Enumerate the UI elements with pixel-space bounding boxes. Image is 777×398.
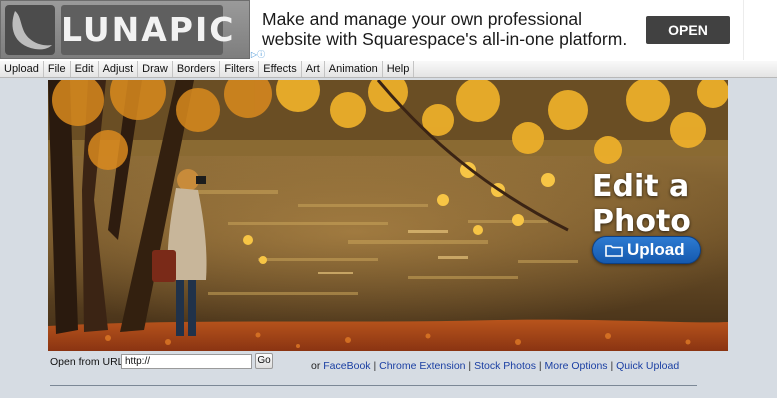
link-chrome-extension[interactable]: Chrome Extension	[379, 360, 465, 372]
header: LUNAPIC Make and manage your own profess…	[0, 0, 777, 61]
upload-button[interactable]: Upload	[592, 236, 701, 264]
link-stock-photos[interactable]: Stock Photos	[474, 360, 536, 372]
menu-adjust[interactable]: Adjust	[99, 61, 139, 77]
hero-image[interactable]: Edit a Photo Upload	[48, 80, 728, 351]
separator: |	[610, 360, 614, 372]
url-input[interactable]	[121, 354, 252, 369]
link-facebook[interactable]: FaceBook	[323, 360, 370, 372]
menu-effects[interactable]: Effects	[259, 61, 302, 77]
advertisement-banner[interactable]: Make and manage your own professional we…	[250, 0, 744, 60]
divider	[50, 385, 697, 386]
separator: |	[538, 360, 542, 372]
go-button[interactable]: Go	[255, 353, 273, 369]
menu-upload[interactable]: Upload	[0, 61, 44, 77]
links-prefix: or	[311, 360, 321, 372]
ad-open-button[interactable]: OPEN	[646, 16, 730, 44]
hero-title: Edit a Photo	[592, 169, 691, 239]
separator: |	[373, 360, 377, 372]
lunapic-logo[interactable]: LUNAPIC	[0, 0, 250, 59]
menu-file[interactable]: File	[44, 61, 71, 77]
menu-art[interactable]: Art	[302, 61, 325, 77]
menu-help[interactable]: Help	[383, 61, 415, 77]
ad-text[interactable]: Make and manage your own professional we…	[262, 9, 632, 49]
menu-borders[interactable]: Borders	[173, 61, 221, 77]
url-label: Open from URL:	[50, 356, 127, 368]
separator: |	[468, 360, 472, 372]
menu-animation[interactable]: Animation	[325, 61, 383, 77]
folder-icon	[605, 245, 623, 257]
menu-edit[interactable]: Edit	[71, 61, 99, 77]
menu-bar: Upload File Edit Adjust Draw Borders Fil…	[0, 61, 777, 78]
link-quick-upload[interactable]: Quick Upload	[616, 360, 679, 372]
link-more-options[interactable]: More Options	[545, 360, 608, 372]
upload-options-links: or FaceBook | Chrome Extension | Stock P…	[311, 359, 679, 373]
menu-draw[interactable]: Draw	[138, 61, 173, 77]
menu-filters[interactable]: Filters	[220, 61, 260, 77]
moon-icon	[5, 5, 55, 55]
logo-text: LUNAPIC	[61, 5, 234, 55]
ad-choices-icon[interactable]: ▷ⓘ	[249, 50, 267, 60]
upload-button-label: Upload	[627, 240, 685, 259]
